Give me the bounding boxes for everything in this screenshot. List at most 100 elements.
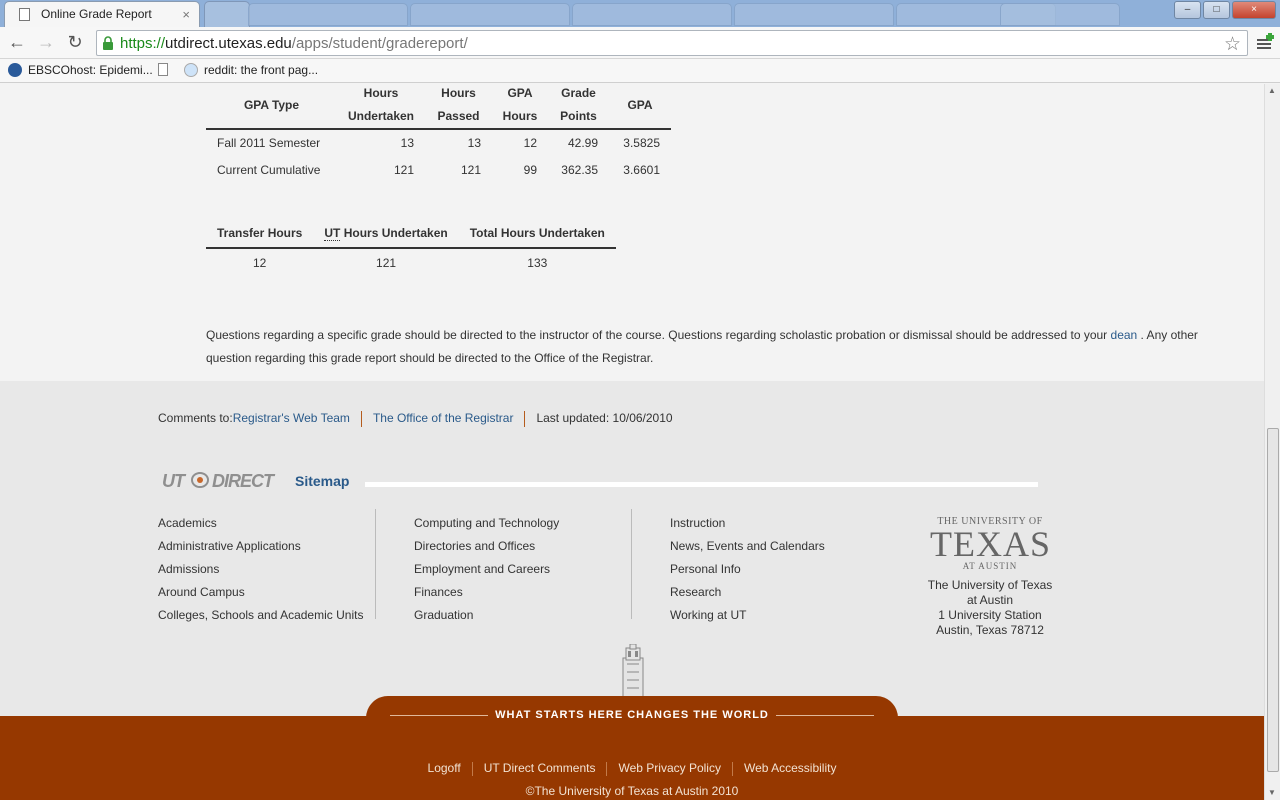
address-bar[interactable]: https://utdirect.utexas.edu/apps/student… (96, 30, 1248, 56)
sitemap-link[interactable]: Graduation (414, 604, 559, 627)
sitemap-link[interactable]: Instruction (670, 512, 825, 535)
web-privacy-policy-link[interactable]: Web Privacy Policy (618, 761, 720, 775)
sitemap-title: Sitemap (295, 473, 350, 489)
page-icon (158, 63, 168, 76)
dean-link[interactable]: dean (1111, 328, 1138, 342)
col-header-ut-hours: UT Hours Undertaken (313, 220, 459, 249)
minimize-button[interactable]: – (1174, 1, 1201, 19)
sitemap-link[interactable]: Finances (414, 581, 559, 604)
table-row: 12 121 133 (206, 248, 616, 277)
ut-direct-logo[interactable]: UT DIRECT (160, 467, 284, 499)
sitemap-link[interactable]: Around Campus (158, 581, 363, 604)
col-header-gpa-type: GPA Type (206, 84, 337, 130)
bookmark-blank[interactable] (158, 63, 168, 76)
col-header-grade-points: Grade Points (548, 84, 609, 130)
gpa-cell: 3.5825 (623, 136, 660, 150)
divider (360, 411, 362, 427)
table-row: Current Cumulative 121 121 99 362.35 3.6… (206, 157, 671, 184)
total-hours-cell: 133 (527, 256, 548, 270)
ut-direct-comments-link[interactable]: UT Direct Comments (484, 761, 596, 775)
hours-undertaken-cell: 13 (400, 136, 414, 150)
university-address: The University of Texas at Austin 1 Univ… (927, 578, 1053, 637)
sitemap-link[interactable]: Computing and Technology (414, 512, 559, 535)
transfer-hours-cell: 12 (253, 256, 267, 270)
forward-arrow-icon[interactable]: → (35, 32, 57, 54)
hours-passed-cell: 13 (467, 136, 481, 150)
footer-links: Logoff UT Direct Comments Web Privacy Poli… (0, 761, 1264, 776)
wrench-menu-icon[interactable] (1255, 31, 1275, 53)
maximize-button[interactable]: □ (1203, 1, 1230, 19)
back-arrow-icon[interactable]: ← (6, 32, 28, 54)
hours-summary-header: Transfer Hours UT Hours Undertaken Total… (206, 220, 616, 249)
divider (524, 411, 526, 427)
background-tab[interactable] (410, 3, 570, 26)
divider (471, 761, 473, 776)
ut-logo-texas: TEXAS (930, 524, 1051, 564)
sitemap-link[interactable]: Admissions (158, 558, 363, 581)
last-updated: Last updated: 10/06/2010 (536, 411, 673, 425)
column-divider (375, 509, 376, 619)
gpa-hours-cell: 99 (523, 163, 537, 177)
sitemap-link[interactable]: Directories and Offices (414, 535, 559, 558)
vertical-scrollbar[interactable]: ▲ ▼ (1264, 84, 1280, 800)
scroll-up-arrow-icon[interactable]: ▲ (1268, 86, 1276, 95)
sitemap-column-2: Computing and Technology Directories and… (414, 512, 559, 627)
tab-online-grade-report[interactable]: Online Grade Report × (4, 1, 200, 27)
col-header-total-hours: Total Hours Undertaken (458, 220, 616, 249)
sitemap-link[interactable]: Personal Info (670, 558, 825, 581)
sitemap-rule (365, 482, 1038, 487)
bookmarks-bar: EBSCOhost: Epidemi... reddit: the front … (0, 59, 1280, 83)
web-accessibility-link[interactable]: Web Accessibility (744, 761, 836, 775)
gpa-table: GPA Type Hours Undertaken Hours Passed GPA… (206, 84, 671, 184)
close-window-button[interactable]: × (1232, 1, 1276, 19)
background-tab[interactable] (248, 3, 408, 26)
gpa-type-cell: Fall 2011 Semester (217, 136, 321, 150)
url-text: https://utdirect.utexas.edu/apps/student… (120, 35, 468, 52)
ut-tower-icon (622, 644, 644, 698)
copyright: ©The University of Texas at Austin 2010 (525, 784, 739, 798)
hours-passed-cell: 121 (460, 163, 481, 177)
slogan-tab: WHAT STARTS HERE CHANGES THE WORLD (366, 696, 898, 736)
bookmark-star-icon[interactable]: ☆ (1224, 33, 1241, 56)
slogan-rule (776, 715, 874, 716)
sitemap-link[interactable]: Employment and Careers (414, 558, 559, 581)
background-tab[interactable] (1000, 3, 1120, 26)
col-header-gpa: GPA (609, 84, 671, 130)
grade-points-cell: 42.99 (567, 136, 598, 150)
reload-icon[interactable]: ↻ (64, 32, 86, 54)
url-path: /apps/student/gradereport/ (291, 35, 468, 52)
browser-toolbar: ← → ↻ https://utdirect.utexas.edu/apps/s… (0, 27, 1280, 59)
bookmark-reddit[interactable]: reddit: the front pag... (184, 63, 318, 77)
col-header-transfer-hours: Transfer Hours (206, 220, 314, 249)
gpa-hours-cell: 12 (523, 136, 537, 150)
sitemap-link[interactable]: Colleges, Schools and Academic Units (158, 604, 363, 627)
sitemap-link[interactable]: Academics (158, 512, 363, 535)
window-controls: – □ × (1174, 1, 1276, 19)
registrar-web-team-link[interactable]: Registrar's Web Team (233, 411, 350, 427)
bookmark-label: EBSCOhost: Epidemi... (28, 63, 153, 77)
bookmark-label: reddit: the front pag... (204, 63, 319, 77)
ebsco-icon (8, 63, 22, 77)
new-tab-button[interactable] (204, 1, 250, 27)
background-tab[interactable] (734, 3, 894, 26)
scroll-thumb[interactable] (1267, 428, 1279, 772)
sitemap-link[interactable]: Administrative Applications (158, 535, 363, 558)
logoff-link[interactable]: Logoff (428, 761, 461, 775)
scroll-down-arrow-icon[interactable]: ▼ (1268, 788, 1276, 797)
ut-austin-logo[interactable]: THE UNIVERSITY OF TEXAS AT AUSTIN (930, 516, 1050, 571)
tab-title: Online Grade Report (41, 7, 152, 21)
office-of-registrar-link[interactable]: The Office of the Registrar (373, 411, 514, 427)
gpa-table-header: GPA Type Hours Undertaken Hours Passed GPA… (206, 84, 671, 130)
browser-tabstrip: Online Grade Report × – □ × (0, 0, 1280, 27)
url-scheme: https:// (120, 35, 166, 52)
page-icon (19, 8, 30, 21)
ut-hours-cell: 121 (376, 256, 397, 270)
sitemap-link[interactable]: Working at UT (670, 604, 825, 627)
bookmark-ebscohost[interactable]: EBSCOhost: Epidemi... (8, 63, 153, 77)
table-row: Fall 2011 Semester 13 13 12 42.99 3.5825 (206, 129, 671, 157)
sitemap-link[interactable]: News, Events and Calendars (670, 535, 825, 558)
close-tab-icon[interactable]: × (182, 7, 190, 22)
background-tab[interactable] (572, 3, 732, 26)
sitemap-link[interactable]: Research (670, 581, 825, 604)
col-header-hours-passed: Hours Passed (425, 84, 492, 130)
